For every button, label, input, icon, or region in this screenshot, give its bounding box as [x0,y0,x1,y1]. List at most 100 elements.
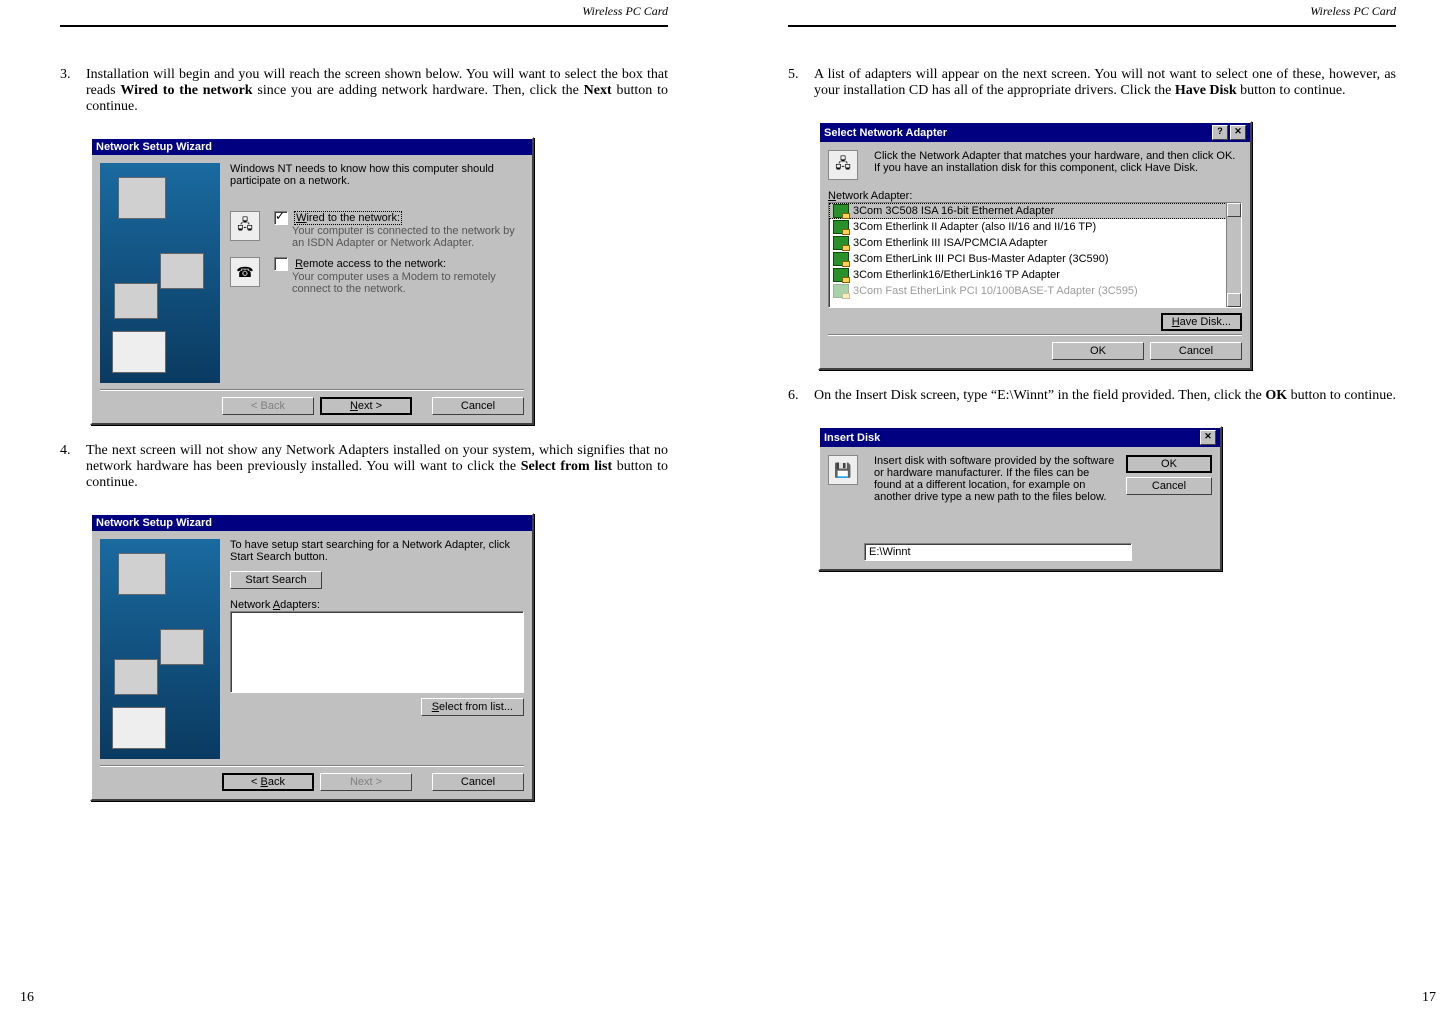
window-client: To have setup start searching for a Netw… [92,531,532,799]
list-item-label: 3Com Etherlink III ISA/PCMCIA Adapter [853,237,1047,249]
checkbox-icon [274,211,288,225]
next-button: Next > [320,773,412,791]
adapter-listbox[interactable]: 3Com 3C508 ISA 16-bit Ethernet Adapter 3… [828,202,1242,308]
window-network-setup-wizard-1: Network Setup Wizard Windows NT needs to… [90,137,534,425]
dialog-select-network-adapter: Select Network Adapter ? ✕ 🖧 Click the N… [818,121,1252,370]
text: On the Insert Disk screen, type “E:\Winn… [814,388,1265,403]
list-item-label: 3Com EtherLink III PCI Bus-Master Adapte… [853,253,1109,265]
step-number: 5. [788,67,814,99]
list-item-label: 3Com Etherlink16/EtherLink16 TP Adapter [853,269,1060,281]
next-button[interactable]: Next > [320,397,412,415]
step-5: 5. A list of adapters will appear on the… [788,67,1396,99]
wizard-intro: To have setup start searching for a Netw… [230,539,524,563]
dialog-insert-disk: Insert Disk ✕ 💾 Insert disk with softwar… [818,426,1222,571]
dialog-title: Select Network Adapter [824,127,1210,139]
net-card-icon [833,252,849,266]
button-row: < Back Next > Cancel [100,773,524,791]
step-body: A list of adapters will appear on the ne… [814,67,1396,99]
checkbox-label: Remote access to the network: [295,258,446,270]
window-title: Network Setup Wizard [96,141,528,153]
steps-list: 4. The next screen will not show any Net… [60,443,668,507]
cancel-button[interactable]: Cancel [1126,477,1212,495]
text: button to continue. [1287,388,1396,403]
list-item-label: 3Com 3C508 ISA 16-bit Ethernet Adapter [853,205,1054,217]
window-network-setup-wizard-2: Network Setup Wizard To have setup start… [90,513,534,801]
start-search-button[interactable]: Start Search [230,571,322,589]
step-body: On the Insert Disk screen, type “E:\Winn… [814,388,1396,404]
step-number: 6. [788,388,814,404]
step-body: The next screen will not show any Networ… [86,443,668,491]
help-button[interactable]: ? [1212,125,1228,140]
page-number: 16 [20,990,34,1006]
ok-button[interactable]: OK [1052,342,1144,360]
dialog-instruction: Insert disk with software provided by th… [874,455,1118,503]
disk-icon: 💾 [828,455,858,485]
select-from-list-button[interactable]: Select from list... [421,698,524,716]
network-adapter-label: Network Adapter: [828,190,1242,202]
list-item[interactable]: 3Com Fast EtherLink PCI 10/100BASE-T Ada… [829,283,1241,299]
list-item-label: 3Com Etherlink II Adapter (also II/16 an… [853,221,1096,233]
text-bold: Next [584,83,612,98]
list-item[interactable]: 3Com Etherlink III ISA/PCMCIA Adapter [829,235,1241,251]
dialog-instruction: Click the Network Adapter that matches y… [874,150,1242,180]
remote-description: Your computer uses a Modem to remotely c… [292,271,524,295]
wizard-sidebar-art [100,539,220,759]
titlebar[interactable]: Network Setup Wizard [92,139,532,155]
step-4: 4. The next screen will not show any Net… [60,443,668,491]
ok-button[interactable]: OK [1126,455,1212,473]
adapter-icon: 🖧 [828,150,858,180]
net-card-icon [833,236,849,250]
text-bold: OK [1265,388,1287,403]
text-bold: Have Disk [1175,83,1237,98]
list-item[interactable]: 3Com Etherlink II Adapter (also II/16 an… [829,219,1241,235]
cancel-button[interactable]: Cancel [1150,342,1242,360]
text: button to continue. [1237,83,1346,98]
text: since you are adding network hardware. T… [253,83,584,98]
scrollbar[interactable] [1226,203,1241,307]
adapters-listbox[interactable] [230,611,524,693]
page-number: 17 [1422,990,1436,1006]
wizard-intro: Windows NT needs to know how this comput… [230,163,524,187]
net-card-icon [833,220,849,234]
cancel-button[interactable]: Cancel [432,397,524,415]
text-bold: Wired to the network [120,83,252,98]
step-number: 3. [60,67,86,115]
list-item[interactable]: 3Com 3C508 ISA 16-bit Ethernet Adapter [829,203,1241,219]
dialog-title: Insert Disk [824,432,1198,444]
titlebar[interactable]: Select Network Adapter ? ✕ [820,123,1250,142]
path-input[interactable]: E:\Winnt [864,543,1132,561]
network-icon: 🖧 [230,211,260,241]
steps-list: 3. Installation will begin and you will … [60,67,668,131]
net-card-icon [833,268,849,282]
page-header: Wireless PC Card [788,0,1396,27]
step-3: 3. Installation will begin and you will … [60,67,668,115]
page-header: Wireless PC Card [60,0,668,27]
step-body: Installation will begin and you will rea… [86,67,668,115]
adapters-label: Network Adapters: [230,599,524,611]
net-card-icon [833,284,849,298]
close-button[interactable]: ✕ [1230,125,1246,140]
checkbox-wired[interactable]: Wired to the network: [274,211,524,225]
checkbox-icon [274,257,288,271]
step-number: 4. [60,443,86,491]
net-card-icon [833,204,849,218]
text-bold: Select from list [521,459,612,474]
checkbox-label: Wired to the network: [295,212,401,224]
back-button[interactable]: < Back [222,773,314,791]
list-item[interactable]: 3Com Etherlink16/EtherLink16 TP Adapter [829,267,1241,283]
window-title: Network Setup Wizard [96,517,528,529]
page-left: Wireless PC Card 3. Installation will be… [0,0,728,1016]
page-right: Wireless PC Card 5. A list of adapters w… [728,0,1456,1016]
list-item[interactable]: 3Com EtherLink III PCI Bus-Master Adapte… [829,251,1241,267]
back-button: < Back [222,397,314,415]
checkbox-remote[interactable]: Remote access to the network: [274,257,524,271]
titlebar[interactable]: Insert Disk ✕ [820,428,1220,447]
cancel-button[interactable]: Cancel [432,773,524,791]
step-6: 6. On the Insert Disk screen, type “E:\W… [788,388,1396,404]
wired-description: Your computer is connected to the networ… [292,225,524,249]
titlebar[interactable]: Network Setup Wizard [92,515,532,531]
close-button[interactable]: ✕ [1200,430,1216,445]
modem-icon: ☎ [230,257,260,287]
have-disk-button[interactable]: Have Disk... [1161,313,1242,331]
window-client: Windows NT needs to know how this comput… [92,155,532,423]
